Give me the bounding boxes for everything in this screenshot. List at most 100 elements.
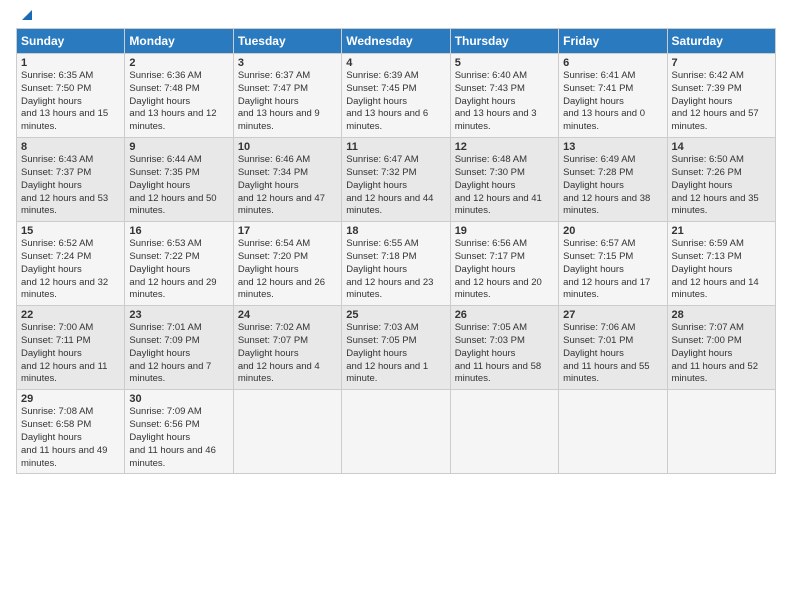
day-number: 21 — [672, 225, 771, 237]
day-number: 4 — [346, 57, 445, 69]
day-cell: 20Sunrise: 6:57 AMSunset: 7:15 PMDayligh… — [559, 222, 667, 306]
day-number: 27 — [563, 309, 662, 321]
day-cell: 6Sunrise: 6:41 AMSunset: 7:41 PMDaylight… — [559, 54, 667, 138]
day-cell: 28Sunrise: 7:07 AMSunset: 7:00 PMDayligh… — [667, 306, 775, 390]
day-cell: 16Sunrise: 6:53 AMSunset: 7:22 PMDayligh… — [125, 222, 233, 306]
week-row-2: 15Sunrise: 6:52 AMSunset: 7:24 PMDayligh… — [17, 222, 776, 306]
day-cell: 3Sunrise: 6:37 AMSunset: 7:47 PMDaylight… — [233, 54, 341, 138]
day-number: 2 — [129, 57, 228, 69]
day-cell: 8Sunrise: 6:43 AMSunset: 7:37 PMDaylight… — [17, 138, 125, 222]
day-content: Sunrise: 6:54 AMSunset: 7:20 PMDaylight … — [238, 238, 337, 302]
day-content: Sunrise: 6:40 AMSunset: 7:43 PMDaylight … — [455, 70, 554, 134]
day-cell: 10Sunrise: 6:46 AMSunset: 7:34 PMDayligh… — [233, 138, 341, 222]
day-number: 7 — [672, 57, 771, 69]
day-cell: 18Sunrise: 6:55 AMSunset: 7:18 PMDayligh… — [342, 222, 450, 306]
header-cell-sunday: Sunday — [17, 29, 125, 54]
day-cell — [342, 390, 450, 474]
day-cell: 15Sunrise: 6:52 AMSunset: 7:24 PMDayligh… — [17, 222, 125, 306]
day-number: 12 — [455, 141, 554, 153]
week-row-1: 8Sunrise: 6:43 AMSunset: 7:37 PMDaylight… — [17, 138, 776, 222]
day-number: 3 — [238, 57, 337, 69]
week-row-4: 29Sunrise: 7:08 AMSunset: 6:58 PMDayligh… — [17, 390, 776, 474]
day-content: Sunrise: 7:02 AMSunset: 7:07 PMDaylight … — [238, 322, 337, 386]
day-number: 17 — [238, 225, 337, 237]
day-number: 1 — [21, 57, 120, 69]
day-number: 6 — [563, 57, 662, 69]
day-content: Sunrise: 6:52 AMSunset: 7:24 PMDaylight … — [21, 238, 120, 302]
calendar-header: SundayMondayTuesdayWednesdayThursdayFrid… — [17, 29, 776, 54]
day-content: Sunrise: 6:47 AMSunset: 7:32 PMDaylight … — [346, 154, 445, 218]
day-cell: 4Sunrise: 6:39 AMSunset: 7:45 PMDaylight… — [342, 54, 450, 138]
day-cell: 2Sunrise: 6:36 AMSunset: 7:48 PMDaylight… — [125, 54, 233, 138]
week-row-0: 1Sunrise: 6:35 AMSunset: 7:50 PMDaylight… — [17, 54, 776, 138]
day-number: 23 — [129, 309, 228, 321]
day-cell — [450, 390, 558, 474]
day-number: 5 — [455, 57, 554, 69]
day-content: Sunrise: 7:03 AMSunset: 7:05 PMDaylight … — [346, 322, 445, 386]
day-content: Sunrise: 7:01 AMSunset: 7:09 PMDaylight … — [129, 322, 228, 386]
day-number: 10 — [238, 141, 337, 153]
day-number: 29 — [21, 393, 120, 405]
day-cell: 7Sunrise: 6:42 AMSunset: 7:39 PMDaylight… — [667, 54, 775, 138]
day-number: 25 — [346, 309, 445, 321]
day-cell: 30Sunrise: 7:09 AMSunset: 6:56 PMDayligh… — [125, 390, 233, 474]
day-content: Sunrise: 7:09 AMSunset: 6:56 PMDaylight … — [129, 406, 228, 470]
day-number: 22 — [21, 309, 120, 321]
day-number: 16 — [129, 225, 228, 237]
day-content: Sunrise: 7:00 AMSunset: 7:11 PMDaylight … — [21, 322, 120, 386]
day-content: Sunrise: 6:41 AMSunset: 7:41 PMDaylight … — [563, 70, 662, 134]
day-content: Sunrise: 6:55 AMSunset: 7:18 PMDaylight … — [346, 238, 445, 302]
calendar-body: 1Sunrise: 6:35 AMSunset: 7:50 PMDaylight… — [17, 54, 776, 474]
day-content: Sunrise: 6:59 AMSunset: 7:13 PMDaylight … — [672, 238, 771, 302]
day-cell — [667, 390, 775, 474]
day-number: 13 — [563, 141, 662, 153]
day-number: 11 — [346, 141, 445, 153]
day-cell: 21Sunrise: 6:59 AMSunset: 7:13 PMDayligh… — [667, 222, 775, 306]
day-content: Sunrise: 6:43 AMSunset: 7:37 PMDaylight … — [21, 154, 120, 218]
day-cell: 1Sunrise: 6:35 AMSunset: 7:50 PMDaylight… — [17, 54, 125, 138]
header-cell-monday: Monday — [125, 29, 233, 54]
day-number: 8 — [21, 141, 120, 153]
day-cell: 23Sunrise: 7:01 AMSunset: 7:09 PMDayligh… — [125, 306, 233, 390]
day-number: 9 — [129, 141, 228, 153]
header-cell-friday: Friday — [559, 29, 667, 54]
header-cell-wednesday: Wednesday — [342, 29, 450, 54]
day-content: Sunrise: 7:06 AMSunset: 7:01 PMDaylight … — [563, 322, 662, 386]
header-cell-tuesday: Tuesday — [233, 29, 341, 54]
day-content: Sunrise: 6:37 AMSunset: 7:47 PMDaylight … — [238, 70, 337, 134]
day-cell — [233, 390, 341, 474]
logo — [16, 10, 36, 20]
day-cell: 29Sunrise: 7:08 AMSunset: 6:58 PMDayligh… — [17, 390, 125, 474]
day-content: Sunrise: 6:48 AMSunset: 7:30 PMDaylight … — [455, 154, 554, 218]
day-number: 28 — [672, 309, 771, 321]
day-cell: 24Sunrise: 7:02 AMSunset: 7:07 PMDayligh… — [233, 306, 341, 390]
calendar-table: SundayMondayTuesdayWednesdayThursdayFrid… — [16, 28, 776, 474]
day-number: 14 — [672, 141, 771, 153]
day-content: Sunrise: 6:57 AMSunset: 7:15 PMDaylight … — [563, 238, 662, 302]
day-cell: 26Sunrise: 7:05 AMSunset: 7:03 PMDayligh… — [450, 306, 558, 390]
day-content: Sunrise: 6:46 AMSunset: 7:34 PMDaylight … — [238, 154, 337, 218]
day-content: Sunrise: 7:08 AMSunset: 6:58 PMDaylight … — [21, 406, 120, 470]
day-number: 20 — [563, 225, 662, 237]
header-cell-saturday: Saturday — [667, 29, 775, 54]
day-content: Sunrise: 7:07 AMSunset: 7:00 PMDaylight … — [672, 322, 771, 386]
day-cell: 5Sunrise: 6:40 AMSunset: 7:43 PMDaylight… — [450, 54, 558, 138]
day-content: Sunrise: 6:42 AMSunset: 7:39 PMDaylight … — [672, 70, 771, 134]
day-content: Sunrise: 6:36 AMSunset: 7:48 PMDaylight … — [129, 70, 228, 134]
week-row-3: 22Sunrise: 7:00 AMSunset: 7:11 PMDayligh… — [17, 306, 776, 390]
day-cell: 27Sunrise: 7:06 AMSunset: 7:01 PMDayligh… — [559, 306, 667, 390]
day-cell: 22Sunrise: 7:00 AMSunset: 7:11 PMDayligh… — [17, 306, 125, 390]
day-content: Sunrise: 6:56 AMSunset: 7:17 PMDaylight … — [455, 238, 554, 302]
day-cell: 13Sunrise: 6:49 AMSunset: 7:28 PMDayligh… — [559, 138, 667, 222]
day-number: 26 — [455, 309, 554, 321]
day-content: Sunrise: 6:49 AMSunset: 7:28 PMDaylight … — [563, 154, 662, 218]
day-cell: 17Sunrise: 6:54 AMSunset: 7:20 PMDayligh… — [233, 222, 341, 306]
day-cell: 14Sunrise: 6:50 AMSunset: 7:26 PMDayligh… — [667, 138, 775, 222]
day-cell: 12Sunrise: 6:48 AMSunset: 7:30 PMDayligh… — [450, 138, 558, 222]
day-content: Sunrise: 6:53 AMSunset: 7:22 PMDaylight … — [129, 238, 228, 302]
day-number: 24 — [238, 309, 337, 321]
header — [16, 10, 776, 20]
day-cell — [559, 390, 667, 474]
page-container: SundayMondayTuesdayWednesdayThursdayFrid… — [0, 0, 792, 484]
day-content: Sunrise: 7:05 AMSunset: 7:03 PMDaylight … — [455, 322, 554, 386]
